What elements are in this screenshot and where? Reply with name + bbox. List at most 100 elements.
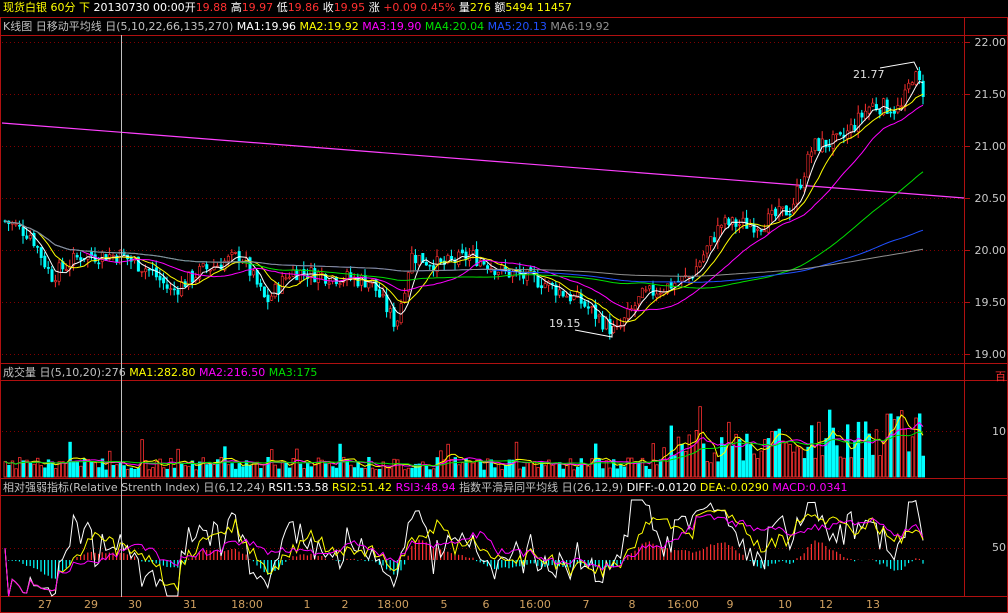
chart-canvas[interactable] <box>0 0 1008 613</box>
candle-body <box>14 223 18 226</box>
kline-ma6: MA6:19.92 <box>550 20 610 33</box>
candle-body <box>860 112 864 118</box>
volume-current: :276 <box>101 366 126 379</box>
volume-bar <box>637 463 641 478</box>
volume-bar <box>147 469 151 478</box>
volume-bar <box>561 468 565 478</box>
candle-body <box>914 71 918 85</box>
candle-body <box>763 229 767 233</box>
candle-body <box>144 268 148 273</box>
volume-bar <box>277 468 281 478</box>
volume-bar <box>104 469 108 478</box>
candle-body <box>64 269 68 271</box>
candle-body <box>367 282 371 289</box>
time-tick: 18:00 <box>377 598 409 611</box>
volume-bar <box>680 443 684 478</box>
high-marker <box>879 61 919 71</box>
candle-body <box>738 224 742 226</box>
candle-body <box>655 293 659 298</box>
volume-bar <box>748 444 753 478</box>
volume-bar <box>828 409 832 478</box>
volume-bar <box>820 455 825 478</box>
candle-body <box>633 305 637 310</box>
candle-body <box>820 138 824 153</box>
candle-body <box>864 110 868 119</box>
kline-legend: K线图 日移动平均线 日(5,10,22,66,135,270) MA1:19.… <box>0 19 610 35</box>
volume-bar <box>594 443 598 478</box>
candle-body <box>799 184 803 189</box>
volume-bar <box>226 464 231 478</box>
price-axis-tick: 20.00 <box>974 244 1007 257</box>
volume-bar <box>287 467 292 478</box>
kline-ma1: MA1:19.96 <box>236 20 296 33</box>
volume-bar <box>374 469 378 478</box>
volume-bar <box>367 456 371 478</box>
candle-body <box>165 284 169 289</box>
volume-bar <box>558 462 562 478</box>
time-tick: 30 <box>128 598 142 611</box>
candle-body <box>680 276 684 282</box>
price-axis-tick: 19.50 <box>974 296 1007 309</box>
candle-body <box>234 252 238 254</box>
candle-body <box>252 270 256 276</box>
volume-bar <box>896 416 900 478</box>
volume-bar <box>626 457 630 478</box>
kline-indicator-name[interactable]: 日移动平均线 <box>36 20 102 33</box>
macd-title[interactable]: 指数平滑异同平均线 <box>459 481 558 494</box>
volume-bar <box>540 461 544 478</box>
candle-body <box>28 235 32 239</box>
rsi-title[interactable]: 相对强弱指标(Relative Strenth Index) <box>3 481 200 494</box>
volume-bar <box>496 463 501 478</box>
candle-body <box>802 176 806 188</box>
candle-body <box>205 264 209 270</box>
volume-bar <box>331 466 335 478</box>
candle-body <box>734 219 738 227</box>
volume-bar <box>129 467 133 478</box>
candle-body <box>558 289 562 296</box>
candle-body <box>36 246 40 248</box>
volume-bar <box>745 433 749 478</box>
volume-bar <box>403 469 407 478</box>
volume-bar <box>64 462 69 478</box>
candle-body <box>658 292 662 295</box>
volume-ma2: MA2:216.50 <box>199 366 266 379</box>
candle-body <box>111 254 115 257</box>
volume-bar <box>536 467 540 478</box>
volume-bar <box>907 451 911 478</box>
volume-bar <box>698 406 702 478</box>
volume-bar <box>752 453 756 478</box>
candle-body <box>698 261 702 267</box>
volume-bar <box>878 455 882 478</box>
time-tick: 7 <box>582 598 590 611</box>
volume-bar <box>849 457 853 478</box>
candle-body <box>75 255 79 258</box>
candle-body <box>392 307 396 327</box>
time-tick: 29 <box>84 598 98 611</box>
volume-bar <box>889 413 893 478</box>
volume-bar <box>572 469 576 478</box>
candle-body <box>273 284 277 298</box>
volume-bar <box>108 450 112 478</box>
candle-body <box>291 269 295 277</box>
volume-bar <box>388 468 393 478</box>
volume-bar <box>115 464 119 478</box>
kline-title[interactable]: K线图 <box>3 20 32 33</box>
volume-bar <box>503 465 508 478</box>
trendline <box>1 122 965 199</box>
candle-body <box>640 288 644 299</box>
volume-bar <box>399 464 403 478</box>
volume-bar <box>359 467 364 478</box>
volume-bar <box>79 465 83 478</box>
volume-bar <box>352 467 357 478</box>
volume-bar <box>28 462 33 478</box>
volume-bar <box>727 421 731 478</box>
volume-bar <box>554 463 558 478</box>
volume-title[interactable]: 成交量 <box>3 366 36 379</box>
volume-bar <box>298 463 303 478</box>
volume-bar <box>413 463 418 478</box>
volume-bar <box>640 457 645 478</box>
volume-bar <box>273 464 277 478</box>
volume-ma3: MA3:175 <box>268 366 318 379</box>
volume-bar <box>615 468 619 478</box>
volume-bar <box>179 463 184 478</box>
